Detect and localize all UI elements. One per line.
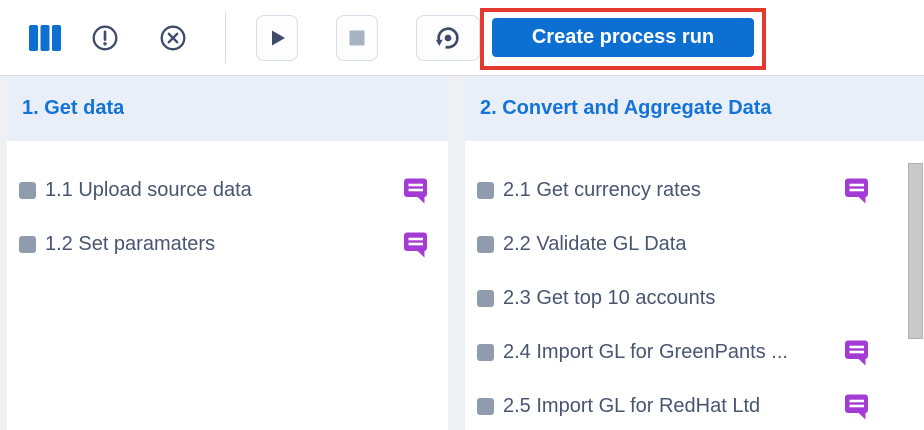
- column-body: 1.1 Upload source data 1.2 Set paramater…: [7, 141, 448, 430]
- process-board: 1. Get data 1.1 Upload source data 1.2 S…: [0, 76, 924, 430]
- task-status-icon: [19, 235, 36, 253]
- process-column-1: 1. Get data 1.1 Upload source data 1.2 S…: [7, 76, 448, 430]
- task-list: 1.1 Upload source data 1.2 Set paramater…: [7, 141, 448, 271]
- column-header[interactable]: 2. Convert and Aggregate Data: [465, 76, 924, 141]
- column-body: 2.1 Get currency rates 2.2 Validate GL D…: [465, 141, 924, 430]
- task-label: 2.3 Get top 10 accounts: [503, 286, 716, 309]
- comment-icon[interactable]: [844, 177, 870, 204]
- play-icon: [265, 26, 289, 50]
- task-status-icon: [477, 343, 494, 361]
- create-process-run-button[interactable]: Create process run: [492, 18, 754, 57]
- task-label: 2.5 Import GL for RedHat Ltd: [503, 394, 761, 417]
- comment-icon[interactable]: [844, 339, 870, 366]
- task-list: 2.1 Get currency rates 2.2 Validate GL D…: [465, 141, 924, 430]
- task-label: 1.1 Upload source data: [45, 178, 252, 201]
- task-item[interactable]: 2.3 Get top 10 accounts: [477, 271, 870, 325]
- task-item[interactable]: 1.1 Upload source data: [19, 163, 429, 217]
- column-title: 1. Get data: [22, 97, 125, 119]
- column-title: 2. Convert and Aggregate Data: [480, 97, 772, 119]
- board-columns-icon[interactable]: [29, 24, 61, 51]
- task-item[interactable]: 2.2 Validate GL Data: [477, 217, 870, 271]
- annotation-highlight-box: Create process run: [480, 8, 766, 70]
- task-item[interactable]: 2.1 Get currency rates: [477, 163, 870, 217]
- history-reset-icon: [434, 24, 462, 52]
- history-reset-button[interactable]: [416, 14, 480, 61]
- task-item[interactable]: 2.4 Import GL for GreenPants ...: [477, 325, 870, 379]
- task-label: 2.2 Validate GL Data: [503, 232, 687, 255]
- task-item[interactable]: 2.5 Import GL for RedHat Ltd: [477, 379, 870, 430]
- task-status-icon: [477, 397, 494, 415]
- task-label: 1.2 Set paramaters: [45, 232, 216, 255]
- vertical-scrollbar-thumb[interactable]: [908, 163, 923, 339]
- comment-icon[interactable]: [403, 177, 429, 204]
- task-status-icon: [477, 235, 494, 253]
- stop-icon: [345, 26, 369, 50]
- task-item[interactable]: 1.2 Set paramaters: [19, 217, 429, 271]
- toolbar: Create process run: [0, 0, 924, 76]
- stop-button[interactable]: [336, 14, 378, 61]
- task-status-icon: [477, 289, 494, 307]
- comment-icon[interactable]: [403, 231, 429, 258]
- column-header[interactable]: 1. Get data: [7, 76, 448, 141]
- toolbar-divider: [225, 12, 226, 63]
- run-play-button[interactable]: [256, 14, 298, 61]
- error-circle-icon[interactable]: [92, 25, 118, 51]
- task-status-icon: [19, 181, 36, 199]
- task-label: 2.1 Get currency rates: [503, 178, 701, 201]
- task-status-icon: [477, 181, 494, 199]
- task-label: 2.4 Import GL for GreenPants ...: [503, 340, 788, 363]
- process-column-2: 2. Convert and Aggregate Data 2.1 Get cu…: [465, 76, 924, 430]
- comment-icon[interactable]: [844, 393, 870, 420]
- cancel-circle-icon[interactable]: [160, 25, 186, 51]
